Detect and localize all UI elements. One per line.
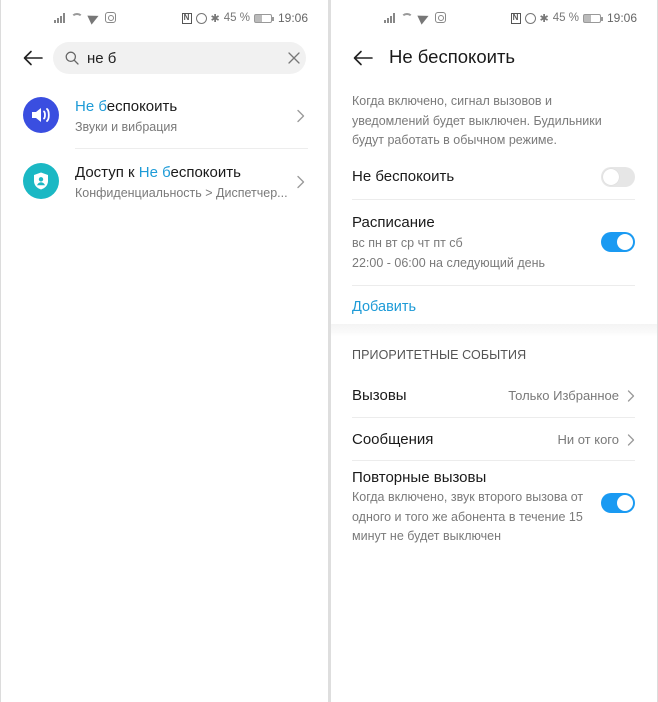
messages-value: Ни от кого xyxy=(557,432,619,447)
clock: 19:06 xyxy=(277,11,308,25)
alarm-icon xyxy=(195,12,207,24)
repeat-calls-toggle[interactable] xyxy=(601,493,635,513)
calls-label: Вызовы xyxy=(352,387,407,404)
calls-row[interactable]: Вызовы Только Избранное xyxy=(352,374,635,418)
chevron-right-icon xyxy=(297,109,305,123)
close-icon xyxy=(288,52,300,64)
speaker-icon xyxy=(23,97,59,133)
schedule-row[interactable]: Расписание вс пн вт ср чт пт сб 22:00 - … xyxy=(352,214,636,273)
chevron-right-icon xyxy=(627,390,635,402)
back-button[interactable] xyxy=(21,46,45,70)
wifi-icon xyxy=(401,12,413,23)
divider xyxy=(75,148,308,149)
battery-percent: 45 % xyxy=(223,12,250,24)
priority-events-header: ПРИОРИТЕТНЫЕ СОБЫТИЯ xyxy=(352,348,527,362)
signal-icon xyxy=(54,12,65,23)
status-bar: N ✱ 45 % 19:06 xyxy=(1,10,328,28)
wifi-icon xyxy=(71,12,83,23)
search-result-dnd-access[interactable]: Доступ к Не беспокоить Конфиденциальност… xyxy=(1,152,328,214)
battery-icon xyxy=(253,13,274,23)
dnd-settings-screen: N ✱ 45 % 19:06 Не беспокоить Когда включ… xyxy=(331,0,657,702)
divider xyxy=(352,199,635,200)
schedule-time: 22:00 - 06:00 на следующий день xyxy=(352,256,545,270)
dnd-toggle[interactable] xyxy=(601,167,635,187)
divider xyxy=(352,285,635,286)
result-title: Не беспокоить xyxy=(75,98,178,115)
repeat-calls-description: Когда включено, звук второго вызова от о… xyxy=(352,490,584,543)
dnd-toggle-row: Не беспокоить xyxy=(352,168,636,192)
repeat-calls-label: Повторные вызовы xyxy=(352,469,487,486)
calls-value: Только Избранное xyxy=(508,388,619,403)
battery-icon xyxy=(582,13,603,23)
divider xyxy=(352,460,635,461)
search-highlight: Не б xyxy=(75,98,107,115)
search-input[interactable] xyxy=(87,49,286,67)
toggle-knob xyxy=(603,169,619,185)
search-screen: N ✱ 45 % 19:06 Не беспокоить Звуки и виб… xyxy=(1,0,328,702)
repeat-calls-row[interactable]: Повторные вызовы Когда включено, звук вт… xyxy=(352,469,587,547)
bluetooth-icon: ✱ xyxy=(539,12,549,25)
clock: 19:06 xyxy=(606,11,637,25)
telegram-icon xyxy=(87,10,101,25)
add-schedule-button[interactable]: Добавить xyxy=(352,299,416,315)
result-title: Доступ к Не беспокоить xyxy=(75,164,241,181)
search-icon xyxy=(65,51,79,65)
dnd-description: Когда включено, сигнал вызовов и уведомл… xyxy=(352,94,602,147)
nfc-icon: N xyxy=(181,12,192,24)
dnd-toggle-label: Не беспокоить xyxy=(352,168,455,185)
search-result-dnd[interactable]: Не беспокоить Звуки и вибрация xyxy=(1,87,328,149)
schedule-label: Расписание xyxy=(352,214,435,231)
search-bar xyxy=(53,42,306,74)
search-highlight: Не б xyxy=(138,164,171,181)
chevron-right-icon xyxy=(297,175,305,189)
alarm-icon xyxy=(524,12,536,24)
instagram-icon xyxy=(435,12,446,23)
telegram-icon xyxy=(417,10,431,25)
status-bar: N ✱ 45 % 19:06 xyxy=(331,10,657,28)
schedule-days: вс пн вт ср чт пт сб xyxy=(352,236,463,250)
instagram-icon xyxy=(105,12,116,23)
back-button[interactable] xyxy=(351,46,375,70)
messages-row[interactable]: Сообщения Ни от кого xyxy=(352,418,635,462)
arrow-left-icon xyxy=(23,50,43,66)
page-title: Не беспокоить xyxy=(389,46,516,67)
battery-percent: 45 % xyxy=(552,12,579,24)
nfc-icon: N xyxy=(510,12,521,24)
chevron-right-icon xyxy=(627,434,635,446)
schedule-toggle[interactable] xyxy=(601,232,635,252)
signal-icon xyxy=(384,12,395,23)
messages-label: Сообщения xyxy=(352,431,434,448)
clear-search-button[interactable] xyxy=(286,50,302,66)
result-subtitle: Конфиденциальность > Диспетчер... xyxy=(75,186,288,200)
toggle-knob xyxy=(617,495,633,511)
section-separator xyxy=(331,324,657,336)
shield-user-icon xyxy=(23,163,59,199)
bluetooth-icon: ✱ xyxy=(210,12,220,25)
toggle-knob xyxy=(617,234,633,250)
result-subtitle: Звуки и вибрация xyxy=(75,120,178,134)
arrow-left-icon xyxy=(353,50,373,66)
